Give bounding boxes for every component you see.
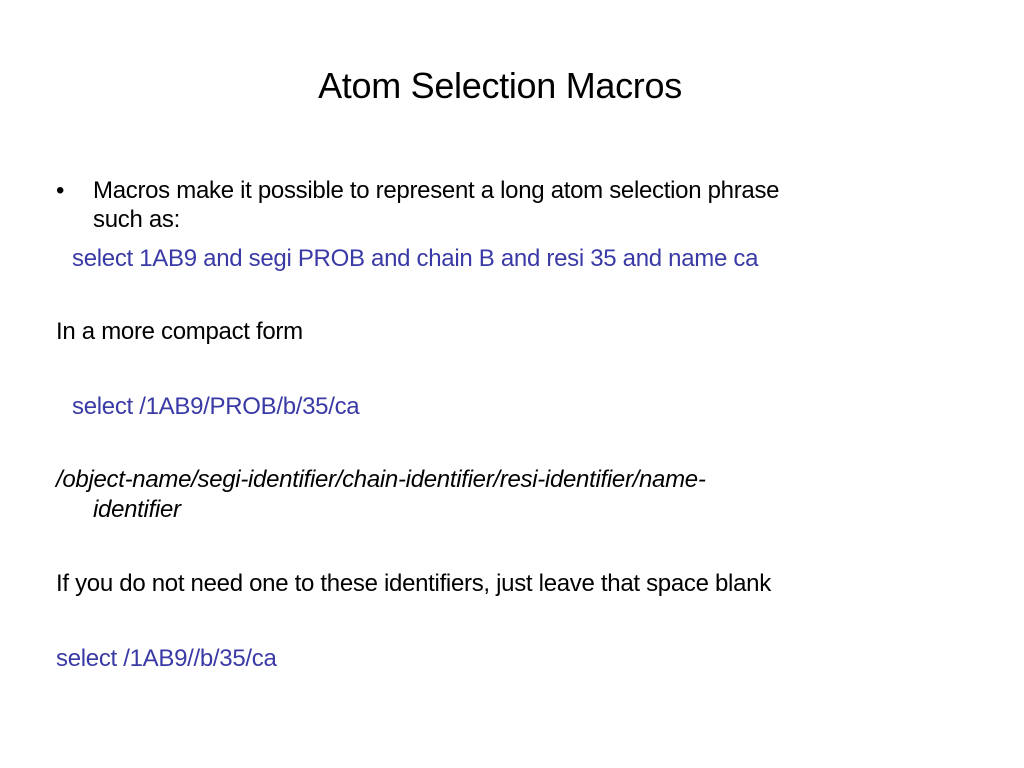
slide: Atom Selection Macros • Macros make it p…: [0, 0, 1024, 768]
slide-title: Atom Selection Macros: [318, 65, 682, 106]
bullet-text-line-2: such as:: [93, 206, 180, 233]
example-compact-selection: select /1AB9/PROB/b/35/ca: [72, 393, 360, 420]
bullet-text-line-1: Macros make it possible to represent a l…: [93, 177, 780, 204]
bullet-marker: •: [56, 177, 65, 204]
macro-syntax-line-1: /object-name/segi-identifier/chain-ident…: [56, 466, 706, 493]
example-blank-selection: select /1AB9//b/35/ca: [56, 645, 277, 672]
example-long-selection: select 1AB9 and segi PROB and chain B an…: [72, 245, 759, 272]
macro-syntax-line-2: identifier: [93, 496, 181, 523]
compact-form-intro: In a more compact form: [56, 318, 303, 345]
blank-identifier-note: If you do not need one to these identifi…: [56, 570, 771, 597]
